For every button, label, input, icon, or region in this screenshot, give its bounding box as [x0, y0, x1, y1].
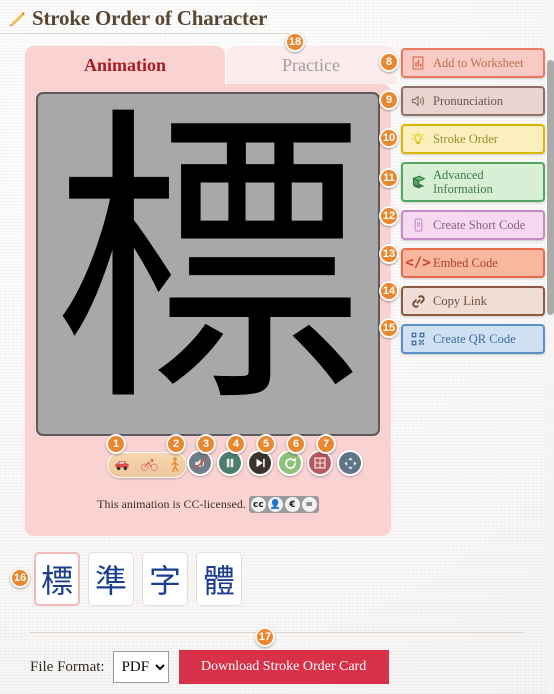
copy-link-button[interactable]: Copy Link	[401, 286, 545, 316]
embed-code-button[interactable]: </> Embed Code	[401, 248, 545, 278]
pronunciation-label: Pronunciation	[433, 94, 504, 108]
advanced-information-label: Advanced Information	[433, 168, 493, 196]
cc-nd-icon: =	[301, 497, 317, 512]
badge-15: 15	[379, 318, 399, 338]
step-forward-button[interactable]	[247, 450, 273, 476]
animation-controls	[25, 450, 391, 490]
animation-panel: 標 This animation is CC-licensed. cc 👤 € …	[25, 84, 391, 536]
badge-13: 13	[379, 244, 399, 264]
license-line: This animation is CC-licensed. cc 👤 € =	[25, 496, 391, 513]
create-short-code-label: Create Short Code	[433, 218, 526, 232]
tab-animation-label: Animation	[83, 54, 166, 75]
file-format-select[interactable]: PDF	[112, 651, 169, 683]
badge-10: 10	[379, 128, 399, 148]
scrollbar-track[interactable]	[547, 0, 554, 694]
license-text: This animation is CC-licensed.	[97, 497, 246, 511]
worksheet-icon	[409, 54, 427, 72]
character-glyph: 標	[53, 92, 363, 436]
tab-animation[interactable]: Animation	[25, 46, 225, 84]
create-qr-code-button[interactable]: Create QR Code	[401, 324, 545, 354]
character-animation-canvas[interactable]: 標	[36, 92, 380, 436]
footer-divider	[30, 632, 524, 633]
char-thumb-1[interactable]: 標	[34, 552, 80, 606]
badge-7: 7	[316, 434, 336, 454]
tab-bar: Animation Practice	[25, 46, 396, 84]
badge-4: 4	[226, 434, 246, 454]
badge-17: 17	[255, 627, 275, 647]
pause-button[interactable]	[217, 450, 243, 476]
speed-control[interactable]	[107, 452, 187, 478]
create-short-code-button[interactable]: Create Short Code	[401, 210, 545, 240]
badge-16: 16	[10, 568, 30, 588]
qrcode-icon	[409, 330, 427, 348]
car-icon[interactable]	[114, 458, 130, 472]
cc-nc-icon: €	[284, 497, 300, 512]
add-to-worksheet-button[interactable]: Add to Worksheet	[401, 48, 545, 78]
char-thumb-2[interactable]: 準	[88, 552, 134, 606]
speaker-icon	[409, 92, 427, 110]
char-thumb-4[interactable]: 體	[196, 552, 242, 606]
replay-icon	[284, 457, 296, 469]
pencil-icon	[9, 11, 25, 26]
badge-2: 2	[166, 434, 186, 454]
copy-link-label: Copy Link	[433, 294, 487, 308]
replay-button[interactable]	[277, 450, 303, 476]
tab-practice[interactable]: Practice	[226, 46, 396, 84]
badge-8: 8	[379, 52, 399, 72]
link-icon	[409, 292, 427, 310]
download-stroke-order-card-button[interactable]: Download Stroke Order Card	[178, 650, 389, 684]
bicycle-icon[interactable]	[140, 458, 158, 472]
code-icon: </>	[405, 255, 431, 271]
add-to-worksheet-label: Add to Worksheet	[433, 56, 524, 70]
cc-by-nc-nd-badge[interactable]: cc 👤 € =	[248, 496, 319, 513]
fullscreen-icon	[344, 457, 356, 469]
pause-icon	[226, 458, 234, 468]
mobile-icon	[409, 216, 427, 234]
page-title: Stroke Order of Character	[32, 6, 268, 30]
file-format-label: File Format:	[30, 658, 105, 675]
badge-5: 5	[256, 434, 276, 454]
grid-icon	[314, 457, 326, 469]
char-thumb-3[interactable]: 字	[142, 552, 188, 606]
cc-icon: cc	[250, 497, 266, 512]
step-forward-icon	[256, 458, 265, 468]
embed-code-label: Embed Code	[433, 256, 498, 270]
lightbulb-icon	[409, 130, 427, 148]
badge-14: 14	[379, 281, 399, 301]
side-action-list: Add to Worksheet Pronunciation Stroke Or…	[401, 48, 547, 362]
badge-18: 18	[285, 32, 305, 52]
badge-9: 9	[379, 90, 399, 110]
badge-6: 6	[286, 434, 306, 454]
badge-12: 12	[379, 206, 399, 226]
badge-3: 3	[196, 434, 216, 454]
grid-toggle-button[interactable]	[307, 450, 333, 476]
scrollbar-thumb[interactable]	[547, 60, 554, 315]
pronunciation-button[interactable]: Pronunciation	[401, 86, 545, 116]
cc-by-icon: 👤	[267, 497, 283, 512]
tab-practice-label: Practice	[282, 54, 340, 75]
stroke-order-button[interactable]: Stroke Order	[401, 124, 545, 154]
badge-11: 11	[379, 168, 399, 188]
speaker-mute-icon	[194, 457, 206, 469]
badge-1: 1	[106, 434, 126, 454]
mute-button[interactable]	[187, 450, 213, 476]
book-icon	[409, 173, 427, 191]
walking-icon[interactable]	[169, 457, 181, 473]
page-title-bar: Stroke Order of Character	[0, 4, 300, 34]
fullscreen-button[interactable]	[337, 450, 363, 476]
create-qr-code-label: Create QR Code	[433, 332, 516, 346]
footer-bar: File Format: PDF Download Stroke Order C…	[30, 650, 389, 684]
advanced-information-button[interactable]: Advanced Information	[401, 162, 545, 202]
stroke-order-label: Stroke Order	[433, 132, 498, 146]
character-thumbnail-list: 標 準 字 體	[34, 552, 242, 606]
